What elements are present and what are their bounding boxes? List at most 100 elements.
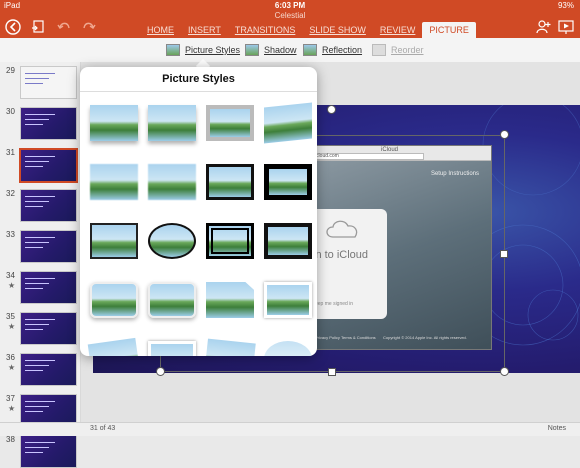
thumbnail-text-line xyxy=(25,114,55,115)
popover-divider xyxy=(80,91,317,92)
resize-handle-bottom[interactable] xyxy=(328,368,336,376)
reorder-label: Reorder xyxy=(391,45,424,55)
picture-style-oval[interactable] xyxy=(148,223,196,259)
picture-style-preview xyxy=(148,223,196,259)
thumbnail-text-line xyxy=(25,166,43,167)
picture-style-preview xyxy=(204,338,256,356)
thumbnail-text-line xyxy=(25,360,55,361)
slide-thumbnail-31[interactable] xyxy=(19,148,78,183)
slide-number: 38 xyxy=(6,435,15,444)
picture-style-rotated-2[interactable] xyxy=(204,338,256,356)
slide-number: 32 xyxy=(6,189,15,198)
picture-style-preview xyxy=(206,282,254,318)
tab-picture[interactable]: PICTURE xyxy=(422,22,476,38)
status-battery: 93% xyxy=(557,1,574,10)
picture-styles-icon xyxy=(166,44,180,56)
slide-thumbnail-panel[interactable]: 29 30 31 32 33 34 ★ 35 ★ 36 ★ 37 ★ 38 xyxy=(0,62,81,468)
popover-title: Picture Styles xyxy=(162,73,235,85)
shadow-icon xyxy=(245,44,259,56)
picture-style-preview xyxy=(264,223,312,259)
slide-thumbnail-38[interactable] xyxy=(20,435,77,468)
thumbnail-text-line xyxy=(25,78,49,79)
thumbnail-text-line xyxy=(25,370,43,371)
picture-styles-button[interactable]: Picture Styles xyxy=(166,44,240,56)
rotate-handle[interactable] xyxy=(327,105,336,114)
picture-style-white-bevel[interactable] xyxy=(148,341,196,356)
reorder-icon xyxy=(372,44,386,56)
slide-number: 36 xyxy=(6,353,15,362)
thumbnail-text-line xyxy=(25,124,43,125)
slide-thumbnail-30[interactable] xyxy=(20,107,77,140)
picture-style-preview xyxy=(148,341,196,356)
tab-slide-show[interactable]: SLIDE SHOW xyxy=(302,22,373,38)
tab-home[interactable]: HOME xyxy=(140,22,181,38)
ribbon-tabs: HOME INSERT TRANSITIONS SLIDE SHOW REVIE… xyxy=(140,22,476,38)
thumbnail-text-line xyxy=(25,442,55,443)
slide-number: 34 xyxy=(6,271,15,280)
slide-thumbnail-36[interactable] xyxy=(20,353,77,386)
thumbnail-text-line xyxy=(25,161,49,162)
reorder-button[interactable]: Reorder xyxy=(372,44,424,56)
slide-number: 37 xyxy=(6,394,15,403)
picture-style-fade[interactable] xyxy=(148,164,196,200)
picture-style-black-frame[interactable] xyxy=(206,164,254,200)
picture-style-folded-corner[interactable] xyxy=(206,282,254,318)
transition-star-icon: ★ xyxy=(8,404,16,413)
redo-icon[interactable] xyxy=(81,19,97,35)
reflection-button[interactable]: Reflection xyxy=(303,44,362,56)
picture-style-black-border[interactable] xyxy=(90,223,138,259)
picture-style-white-frame[interactable] xyxy=(264,282,312,318)
reflection-label: Reflection xyxy=(322,45,363,55)
picture-style-plain[interactable] xyxy=(90,105,138,141)
back-icon[interactable] xyxy=(5,19,21,35)
picture-style-grey-frame[interactable] xyxy=(206,105,254,141)
thumbnail-text-line xyxy=(25,401,55,402)
slide-number: 29 xyxy=(6,66,15,75)
resize-handle-bottom-left[interactable] xyxy=(156,367,165,376)
picture-style-preview xyxy=(148,164,196,200)
slide-thumbnail-35[interactable] xyxy=(20,312,77,345)
picture-style-preview xyxy=(264,164,312,200)
picture-style-preview xyxy=(148,105,196,141)
tab-review[interactable]: REVIEW xyxy=(373,22,423,38)
notes-button[interactable]: Notes xyxy=(548,425,566,432)
resize-handle-top-right[interactable] xyxy=(500,130,509,139)
picture-style-thick-black[interactable] xyxy=(264,164,312,200)
thumbnail-text-line xyxy=(25,406,49,407)
add-person-icon[interactable] xyxy=(535,19,551,35)
picture-style-preview xyxy=(206,105,254,141)
slide-thumbnail-33[interactable] xyxy=(20,230,77,263)
tab-insert[interactable]: INSERT xyxy=(181,22,228,38)
slide-number: 33 xyxy=(6,230,15,239)
picture-style-rounded-shadow[interactable] xyxy=(148,282,196,318)
shadow-button[interactable]: Shadow xyxy=(245,44,297,56)
picture-style-soft-oval[interactable] xyxy=(264,341,312,356)
picture-style-rotated[interactable] xyxy=(87,337,141,356)
thumbnail-text-line xyxy=(25,242,49,243)
slide-thumbnail-34[interactable] xyxy=(20,271,77,304)
status-bar: 31 of 43 Notes xyxy=(0,422,580,436)
thumbnail-text-line xyxy=(25,73,55,74)
transition-star-icon: ★ xyxy=(8,281,16,290)
open-file-icon[interactable] xyxy=(31,19,47,35)
picture-style-beveled-black[interactable] xyxy=(264,223,312,259)
thumbnail-text-line xyxy=(25,319,55,320)
resize-handle-bottom-right[interactable] xyxy=(500,367,509,376)
picture-style-perspective[interactable] xyxy=(264,102,312,144)
picture-style-soft-edge[interactable] xyxy=(90,164,138,200)
top-bar: iPad 6:03 PM 93% Celestial HOME INSERT T… xyxy=(0,0,580,38)
picture-style-rounded[interactable] xyxy=(90,282,138,318)
picture-style-preview xyxy=(90,164,138,200)
slide-thumbnail-32[interactable] xyxy=(20,189,77,222)
picture-style-shadow[interactable] xyxy=(148,105,196,141)
thumbnail-text-line xyxy=(25,278,55,279)
undo-icon[interactable] xyxy=(56,19,72,35)
slide-thumbnail-29[interactable] xyxy=(20,66,77,99)
resize-handle-right[interactable] xyxy=(500,250,508,258)
picture-style-preview xyxy=(87,337,141,356)
tab-transitions[interactable]: TRANSITIONS xyxy=(228,22,303,38)
reflection-icon xyxy=(303,44,317,56)
present-icon[interactable] xyxy=(558,19,574,35)
thumbnail-text-line xyxy=(25,201,49,202)
picture-style-double-black[interactable] xyxy=(206,223,254,259)
